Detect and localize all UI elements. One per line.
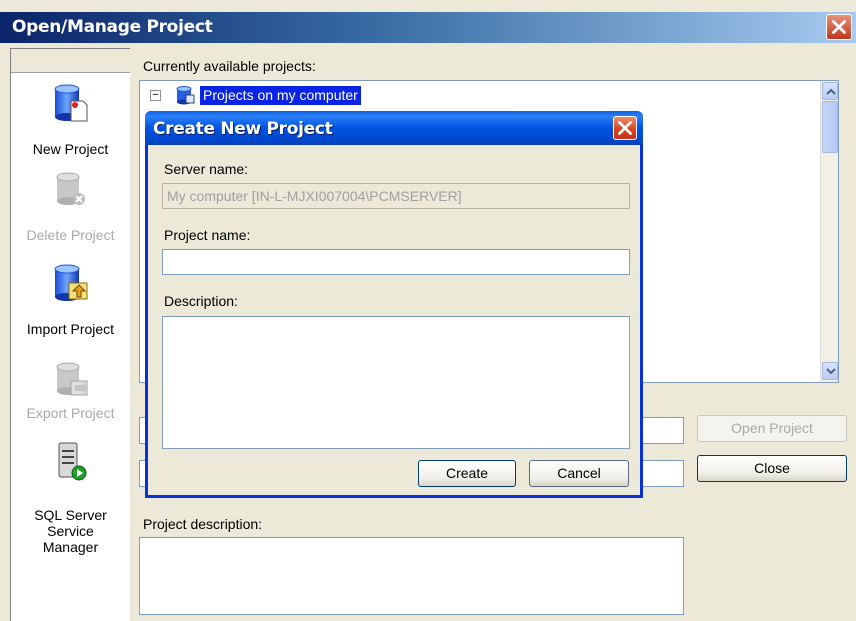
close-icon bbox=[832, 20, 846, 34]
scroll-up-button[interactable] bbox=[822, 82, 838, 100]
window-close-button[interactable] bbox=[826, 14, 852, 40]
description-textarea[interactable] bbox=[162, 316, 630, 449]
window-title: Open/Manage Project bbox=[12, 17, 213, 37]
delete-project-button[interactable]: Delete Project bbox=[11, 169, 130, 249]
cancel-button[interactable]: Cancel bbox=[529, 460, 629, 487]
create-new-project-dialog: Create New Project Server name: My compu… bbox=[145, 111, 643, 498]
scroll-thumb[interactable] bbox=[822, 101, 838, 153]
database-folder-icon bbox=[176, 86, 195, 105]
close-icon bbox=[618, 121, 632, 135]
dialog-title-bar[interactable]: Create New Project bbox=[145, 111, 643, 145]
dialog-close-button[interactable] bbox=[613, 116, 637, 140]
dialog-title: Create New Project bbox=[153, 119, 333, 139]
new-project-icon bbox=[54, 84, 88, 122]
tree-node-label: Projects on my computer bbox=[200, 86, 361, 105]
tree-scrollbar[interactable] bbox=[820, 81, 838, 382]
toolbar-header bbox=[11, 49, 130, 73]
chevron-up-icon bbox=[826, 88, 836, 95]
delete-project-label: Delete Project bbox=[26, 227, 115, 243]
sql-server-service-manager-icon bbox=[58, 442, 87, 481]
dialog-body: Server name: My computer [IN-L-MJXI00700… bbox=[148, 145, 640, 495]
chevron-down-icon bbox=[826, 368, 836, 375]
available-projects-label: Currently available projects: bbox=[143, 58, 316, 74]
project-description-box bbox=[139, 537, 684, 615]
scroll-down-button[interactable] bbox=[822, 362, 838, 380]
collapse-icon[interactable]: − bbox=[150, 90, 161, 101]
export-project-button[interactable]: Export Project bbox=[11, 359, 130, 429]
open-project-button[interactable]: Open Project bbox=[697, 415, 847, 442]
server-name-field: My computer [IN-L-MJXI007004\PCMSERVER] bbox=[162, 183, 630, 209]
import-project-label: Import Project bbox=[26, 321, 115, 337]
description-label: Description: bbox=[164, 293, 238, 309]
sql-server-service-manager-button[interactable]: SQL Server Service Manager bbox=[11, 441, 130, 561]
create-button[interactable]: Create bbox=[418, 460, 516, 487]
close-button[interactable]: Close bbox=[697, 455, 847, 482]
sql-server-service-manager-label: SQL Server Service Manager bbox=[34, 507, 107, 555]
import-project-icon bbox=[54, 264, 88, 301]
server-name-label: Server name: bbox=[164, 161, 249, 177]
project-description-label: Project description: bbox=[143, 516, 263, 532]
export-project-icon bbox=[56, 362, 88, 396]
project-name-input[interactable] bbox=[162, 249, 630, 275]
project-name-label: Project name: bbox=[164, 227, 251, 243]
delete-project-icon bbox=[56, 172, 85, 205]
export-project-label: Export Project bbox=[26, 405, 115, 421]
project-toolbar: New Project Delete Project Import Projec… bbox=[10, 48, 130, 621]
new-project-label: New Project bbox=[32, 141, 109, 157]
open-manage-project-window: Open/Manage Project New Project Delete P… bbox=[0, 0, 856, 621]
import-project-button[interactable]: Import Project bbox=[11, 263, 130, 343]
window-title-bar[interactable]: Open/Manage Project bbox=[0, 12, 856, 43]
